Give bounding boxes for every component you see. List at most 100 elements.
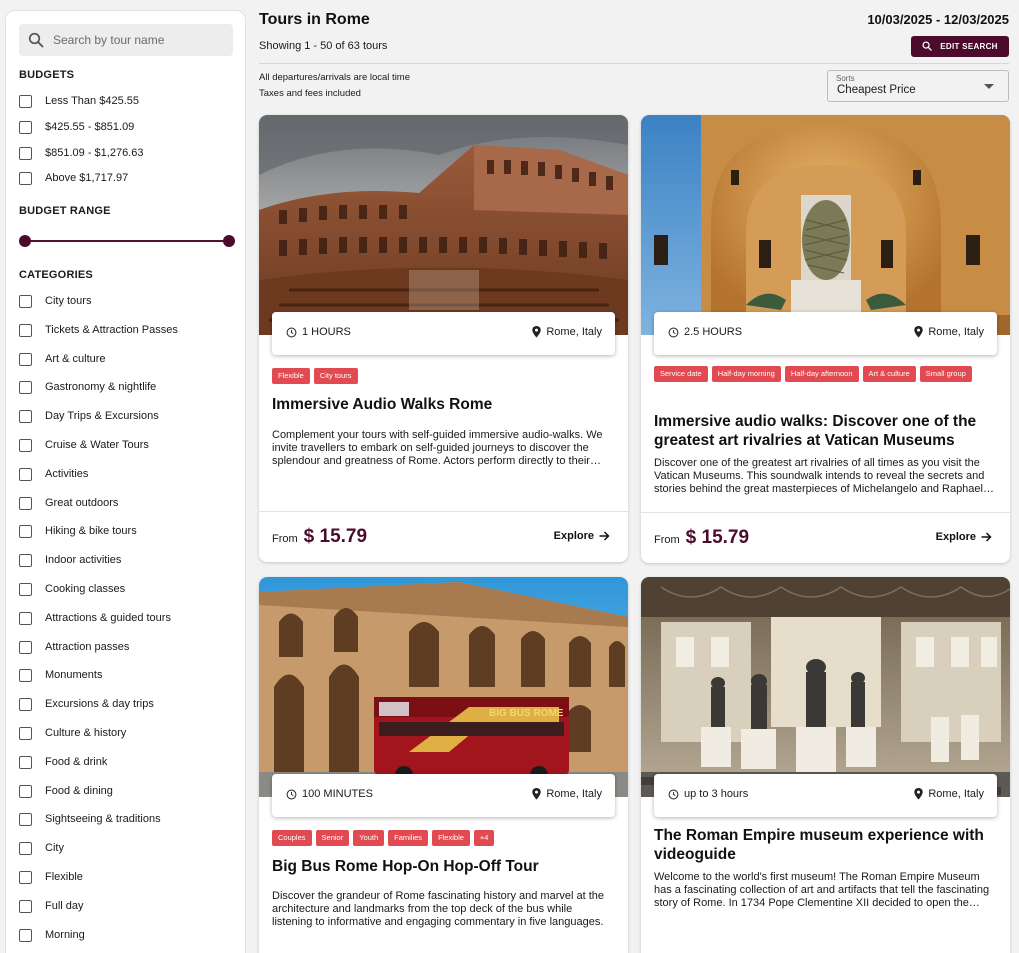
budget-option[interactable]: $851.09 - $1,276.63	[19, 144, 143, 162]
checkbox[interactable]	[19, 171, 32, 185]
tag: City tours	[313, 368, 358, 384]
category-option[interactable]: Monuments	[19, 666, 102, 684]
category-option[interactable]: Food & dining	[19, 782, 113, 800]
checkbox[interactable]	[19, 496, 32, 510]
slider-min-handle[interactable]	[19, 235, 31, 247]
budget-range-slider[interactable]	[19, 234, 235, 248]
checkbox[interactable]	[19, 294, 32, 308]
checkbox[interactable]	[19, 841, 32, 855]
category-option[interactable]: Culture & history	[19, 724, 126, 742]
budget-option[interactable]: $425.55 - $851.09	[19, 118, 134, 136]
budget-option-label: Less Than $425.55	[45, 95, 139, 107]
category-option-label: Activities	[45, 468, 89, 480]
search-input[interactable]	[53, 33, 223, 47]
category-option[interactable]: Cooking classes	[19, 580, 125, 598]
tour-title[interactable]: Immersive Audio Walks Rome	[272, 395, 617, 414]
category-option[interactable]: Gastronomy & nightlife	[19, 378, 156, 396]
checkbox[interactable]	[19, 726, 32, 740]
tour-title[interactable]: Immersive audio walks: Discover one of t…	[654, 412, 999, 450]
location: Rome, Italy	[914, 788, 984, 800]
more-tags-badge[interactable]: +4	[473, 830, 495, 846]
checkbox[interactable]	[19, 928, 32, 942]
category-option[interactable]: Great outdoors	[19, 494, 118, 512]
category-option[interactable]: Cruise & Water Tours	[19, 436, 149, 454]
edit-search-label: EDIT SEARCH	[940, 42, 998, 51]
tour-title[interactable]: The Roman Empire museum experience with …	[654, 826, 999, 864]
checkbox[interactable]	[19, 467, 32, 481]
category-option-label: Hiking & bike tours	[45, 525, 137, 537]
results-count: Showing 1 - 50 of 63 tours	[259, 40, 388, 52]
checkbox[interactable]	[19, 323, 32, 337]
tour-card[interactable]: up to 3 hours Rome, Italy The Roman Empi…	[641, 577, 1010, 953]
location: Rome, Italy	[532, 326, 602, 338]
checkbox[interactable]	[19, 380, 32, 394]
category-option[interactable]: Activities	[19, 465, 88, 483]
checkbox[interactable]	[19, 812, 32, 826]
edit-search-button[interactable]: EDIT SEARCH	[911, 36, 1009, 57]
tag: Couples	[272, 830, 312, 846]
checkbox[interactable]	[19, 582, 32, 596]
checkbox[interactable]	[19, 668, 32, 682]
category-option[interactable]: Day Trips & Excursions	[19, 407, 159, 425]
location-pin-icon	[914, 788, 924, 800]
location-pin-icon	[914, 326, 924, 338]
tour-title[interactable]: Big Bus Rome Hop-On Hop-Off Tour	[272, 857, 617, 876]
category-option[interactable]: Morning	[19, 926, 85, 944]
checkbox[interactable]	[19, 409, 32, 423]
budget-option-label: $851.09 - $1,276.63	[45, 147, 144, 159]
tour-price: From $ 15.79	[272, 526, 367, 548]
category-option[interactable]: Excursions & day trips	[19, 695, 154, 713]
category-option[interactable]: City tours	[19, 292, 91, 310]
category-option[interactable]: Food & drink	[19, 753, 107, 771]
duration-text: up to 3 hours	[684, 788, 749, 800]
tour-card[interactable]: 2.5 HOURS Rome, Italy Service date Half-…	[641, 115, 1010, 563]
category-option[interactable]: Full day	[19, 897, 84, 915]
checkbox[interactable]	[19, 899, 32, 913]
tag: Service date	[654, 366, 708, 382]
category-option[interactable]: Flexible	[19, 868, 83, 886]
category-option-label: City	[45, 842, 64, 854]
tour-description: Discover one of the greatest art rivalri…	[654, 457, 995, 495]
category-option[interactable]: Indoor activities	[19, 551, 121, 569]
category-option[interactable]: City	[19, 839, 64, 857]
checkbox[interactable]	[19, 438, 32, 452]
checkbox[interactable]	[19, 94, 32, 108]
category-option[interactable]: Hiking & bike tours	[19, 522, 137, 540]
checkbox[interactable]	[19, 611, 32, 625]
budget-option[interactable]: Less Than $425.55	[19, 92, 139, 110]
local-time-note: All departures/arrivals are local time	[259, 72, 411, 83]
category-option[interactable]: Sightseeing & traditions	[19, 810, 161, 828]
explore-button[interactable]: Explore	[554, 530, 610, 542]
checkbox[interactable]	[19, 870, 32, 884]
category-option[interactable]: Attractions & guided tours	[19, 609, 171, 627]
explore-button[interactable]: Explore	[936, 531, 992, 543]
checkbox[interactable]	[19, 697, 32, 711]
checkbox[interactable]	[19, 524, 32, 538]
sort-select[interactable]: Sorts Cheapest Price	[827, 70, 1009, 102]
checkbox[interactable]	[19, 553, 32, 567]
checkbox[interactable]	[19, 784, 32, 798]
category-option[interactable]: Art & culture	[19, 350, 106, 368]
budget-option-label: $425.55 - $851.09	[45, 121, 135, 133]
checkbox[interactable]	[19, 352, 32, 366]
budget-option-label: Above $1,717.97	[45, 172, 129, 184]
category-option[interactable]: Attraction passes	[19, 638, 129, 656]
date-range[interactable]: 10/03/2025 - 12/03/2025	[867, 12, 1009, 27]
duration: 1 HOURS	[286, 326, 351, 338]
category-option[interactable]: Tickets & Attraction Passes	[19, 321, 178, 339]
checkbox[interactable]	[19, 120, 32, 134]
tour-card[interactable]: 1 HOURS Rome, Italy Flexible City tours …	[259, 115, 628, 562]
tag: Youth	[353, 830, 385, 846]
tour-price: From $ 15.79	[654, 527, 749, 549]
checkbox[interactable]	[19, 755, 32, 769]
clock-icon	[286, 789, 297, 799]
budget-option[interactable]: Above $1,717.97	[19, 169, 128, 187]
checkbox[interactable]	[19, 640, 32, 654]
slider-max-handle[interactable]	[223, 235, 235, 247]
taxes-note: Taxes and fees included	[259, 88, 361, 99]
explore-label: Explore	[553, 530, 594, 542]
tour-card[interactable]: BIG BUS ROME 100 MINUTES Rome, Italy Cou…	[259, 577, 628, 953]
search-box[interactable]	[19, 24, 233, 56]
checkbox[interactable]	[19, 146, 32, 160]
category-option-label: Full day	[45, 900, 84, 912]
